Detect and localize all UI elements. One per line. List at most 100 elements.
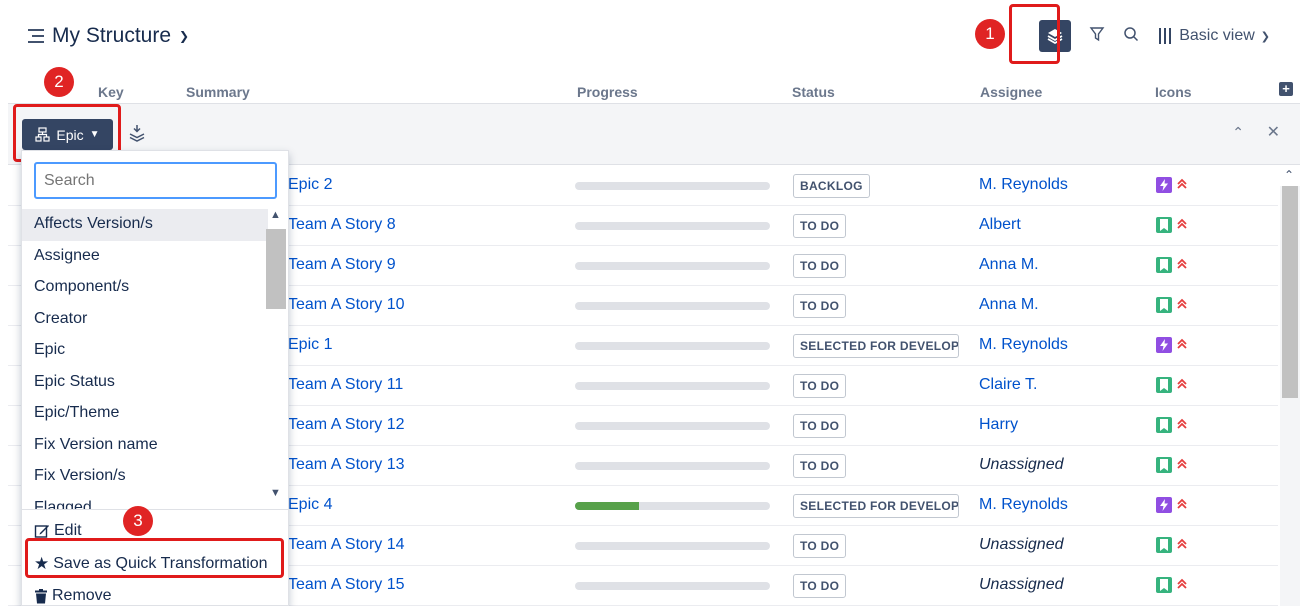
status-badge[interactable]: SELECTED FOR DEVELOPMENT	[793, 494, 959, 518]
priority-high-icon	[1176, 418, 1188, 432]
summary-link[interactable]: Team A Story 8	[288, 216, 396, 234]
assignee-link[interactable]: Anna M.	[979, 296, 1039, 314]
view-selector[interactable]: Basic view ❯	[1159, 27, 1270, 45]
assignee-link[interactable]: M. Reynolds	[979, 496, 1068, 514]
callout-highlight-save	[25, 538, 284, 578]
epic-type-icon	[1156, 337, 1172, 353]
search-icon[interactable]	[1123, 26, 1139, 47]
callout-highlight-transform	[1009, 4, 1060, 64]
column-header-status[interactable]: Status	[792, 84, 835, 100]
summary-link[interactable]: Team A Story 9	[288, 256, 396, 274]
list-item[interactable]: Component/s	[22, 272, 268, 304]
scroll-up-icon[interactable]: ▲	[270, 209, 281, 221]
priority-high-icon	[1176, 578, 1188, 592]
summary-link[interactable]: Epic 4	[288, 496, 332, 514]
scrollbar-thumb[interactable]	[1282, 186, 1298, 398]
list-item[interactable]: Affects Version/s	[22, 209, 268, 241]
status-badge[interactable]: TO DO	[793, 574, 847, 598]
chevron-down-icon: ❯	[179, 29, 190, 43]
close-bar-icon[interactable]: ✕	[1267, 122, 1280, 142]
list-item[interactable]: Creator	[22, 304, 268, 336]
search-input[interactable]	[34, 162, 277, 199]
summary-link[interactable]: Team A Story 13	[288, 456, 405, 474]
list-item[interactable]: Epic	[22, 335, 268, 367]
column-header-icons[interactable]: Icons	[1155, 84, 1192, 100]
issue-icons	[1156, 337, 1188, 353]
progress-bar	[575, 422, 770, 430]
story-type-icon	[1156, 537, 1172, 553]
progress-bar	[575, 262, 770, 270]
add-transformation-icon[interactable]	[128, 124, 146, 147]
add-column-icon[interactable]: +	[1279, 82, 1293, 96]
list-item[interactable]: Flagged	[22, 493, 268, 510]
callout-badge: 3	[123, 506, 153, 536]
collapse-bar-icon[interactable]: ⌃	[1232, 124, 1244, 141]
assignee-link[interactable]: Harry	[979, 416, 1018, 434]
priority-high-icon	[1176, 378, 1188, 392]
assignee-link[interactable]: Albert	[979, 216, 1021, 234]
issue-icons	[1156, 297, 1188, 313]
progress-bar	[575, 582, 770, 590]
priority-high-icon	[1176, 538, 1188, 552]
scroll-down-icon[interactable]: ▼	[270, 487, 281, 499]
structure-title-menu[interactable]: My Structure ❯	[28, 24, 189, 48]
status-badge[interactable]: TO DO	[793, 374, 847, 398]
callout-badge: 2	[44, 67, 74, 97]
assignee-link[interactable]: Claire T.	[979, 376, 1037, 394]
progress-fill	[575, 502, 640, 510]
list-item[interactable]: Epic Status	[22, 367, 268, 399]
summary-link[interactable]: Epic 2	[288, 176, 332, 194]
list-item[interactable]: Fix Version name	[22, 430, 268, 462]
progress-bar	[575, 182, 770, 190]
priority-high-icon	[1176, 218, 1188, 232]
status-badge[interactable]: TO DO	[793, 454, 847, 478]
epic-type-icon	[1156, 497, 1172, 513]
issue-icons	[1156, 177, 1188, 193]
structure-icon	[28, 29, 44, 43]
filter-icon[interactable]	[1089, 26, 1105, 47]
column-header-key[interactable]: Key	[98, 84, 124, 100]
remove-button[interactable]: Remove	[22, 580, 288, 606]
dropdown-scrollbar-thumb[interactable]	[266, 229, 286, 309]
assignee-link[interactable]: M. Reynolds	[979, 336, 1068, 354]
story-type-icon	[1156, 377, 1172, 393]
status-badge[interactable]: TO DO	[793, 294, 847, 318]
status-badge[interactable]: TO DO	[793, 534, 847, 558]
scroll-up-icon[interactable]: ⌃	[1284, 168, 1294, 182]
assignee-link[interactable]: M. Reynolds	[979, 176, 1068, 194]
priority-high-icon	[1176, 178, 1188, 192]
list-item[interactable]: Fix Version/s	[22, 461, 268, 493]
summary-link[interactable]: Epic 1	[288, 336, 332, 354]
status-badge[interactable]: TO DO	[793, 214, 847, 238]
chevron-down-icon: ❯	[1260, 30, 1270, 43]
summary-link[interactable]: Team A Story 15	[288, 576, 405, 594]
progress-bar	[575, 302, 770, 310]
status-badge[interactable]: TO DO	[793, 414, 847, 438]
summary-link[interactable]: Team A Story 14	[288, 536, 405, 554]
structure-title: My Structure	[52, 24, 172, 47]
toolbar: Basic view ❯	[1039, 20, 1270, 52]
assignee-link: Unassigned	[979, 536, 1064, 553]
columns-icon	[1159, 28, 1172, 44]
assignee-link[interactable]: Anna M.	[979, 256, 1039, 274]
summary-link[interactable]: Team A Story 10	[288, 296, 405, 314]
dropdown-scrollbar[interactable]: ▲ ▼	[266, 209, 286, 509]
status-badge[interactable]: BACKLOG	[793, 174, 870, 198]
column-header-summary[interactable]: Summary	[186, 84, 250, 100]
status-badge[interactable]: TO DO	[793, 254, 847, 278]
list-item[interactable]: Epic/Theme	[22, 398, 268, 430]
column-header-assignee[interactable]: Assignee	[980, 84, 1042, 100]
priority-high-icon	[1176, 458, 1188, 472]
list-item[interactable]: Assignee	[22, 241, 268, 273]
story-type-icon	[1156, 577, 1172, 593]
summary-link[interactable]: Team A Story 12	[288, 416, 405, 434]
epic-type-icon	[1156, 177, 1172, 193]
priority-high-icon	[1176, 298, 1188, 312]
issue-icons	[1156, 457, 1188, 473]
story-type-icon	[1156, 297, 1172, 313]
column-header-progress[interactable]: Progress	[577, 84, 638, 100]
summary-link[interactable]: Team A Story 11	[288, 376, 403, 394]
progress-bar	[575, 342, 770, 350]
assignee-link: Unassigned	[979, 576, 1064, 593]
status-badge[interactable]: SELECTED FOR DEVELOPMENT	[793, 334, 959, 358]
